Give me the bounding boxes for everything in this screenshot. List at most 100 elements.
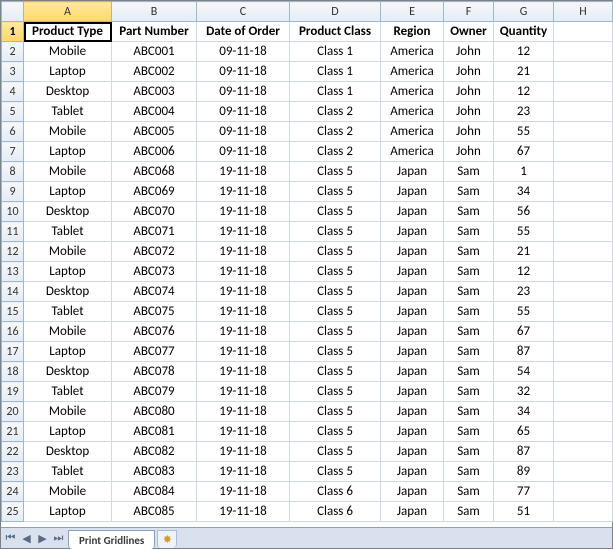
cell[interactable]: ABC078 — [112, 362, 197, 382]
cell[interactable] — [554, 362, 613, 382]
cell[interactable]: Tablet — [24, 102, 112, 122]
cell[interactable]: 56 — [494, 202, 554, 222]
cell[interactable]: Japan — [381, 262, 444, 282]
row-header[interactable]: 15 — [2, 302, 24, 322]
cell[interactable]: Sam — [444, 402, 494, 422]
cell[interactable]: 09-11-18 — [197, 82, 290, 102]
cell[interactable]: Class 5 — [290, 302, 381, 322]
row-header[interactable]: 6 — [2, 122, 24, 142]
cell[interactable]: John — [444, 62, 494, 82]
cell[interactable]: ABC082 — [112, 442, 197, 462]
cell[interactable] — [554, 422, 613, 442]
nav-first-icon[interactable]: ⏮ — [3, 530, 18, 546]
row-header[interactable]: 1 — [2, 22, 24, 42]
cell[interactable]: 09-11-18 — [197, 142, 290, 162]
row-header[interactable]: 24 — [2, 482, 24, 502]
cell[interactable]: 12 — [494, 262, 554, 282]
cell[interactable]: Class 1 — [290, 62, 381, 82]
cell[interactable]: ABC003 — [112, 82, 197, 102]
row-header[interactable]: 20 — [2, 402, 24, 422]
cell[interactable]: ABC080 — [112, 402, 197, 422]
cell[interactable]: 21 — [494, 62, 554, 82]
cell[interactable]: 21 — [494, 242, 554, 262]
cell[interactable]: Class 5 — [290, 182, 381, 202]
column-header-f[interactable]: F — [444, 2, 494, 22]
cell[interactable]: Class 5 — [290, 262, 381, 282]
cell[interactable] — [554, 62, 613, 82]
cell[interactable]: Mobile — [24, 122, 112, 142]
cell[interactable]: Japan — [381, 242, 444, 262]
cell[interactable] — [554, 502, 613, 522]
cell[interactable]: 12 — [494, 42, 554, 62]
cell[interactable]: ABC075 — [112, 302, 197, 322]
row-header[interactable]: 12 — [2, 242, 24, 262]
column-header-c[interactable]: C — [197, 2, 290, 22]
cell[interactable] — [554, 322, 613, 342]
cell[interactable] — [554, 462, 613, 482]
row-header[interactable]: 17 — [2, 342, 24, 362]
column-header-h[interactable]: H — [554, 2, 613, 22]
cell[interactable]: 12 — [494, 82, 554, 102]
cell[interactable]: Japan — [381, 502, 444, 522]
cell[interactable]: 67 — [494, 142, 554, 162]
cell[interactable]: 89 — [494, 462, 554, 482]
cell[interactable]: Desktop — [24, 362, 112, 382]
cell[interactable]: Mobile — [24, 482, 112, 502]
cell[interactable]: 23 — [494, 282, 554, 302]
cell[interactable]: Sam — [444, 362, 494, 382]
cell[interactable]: 19-11-18 — [197, 302, 290, 322]
cell[interactable]: Class 6 — [290, 502, 381, 522]
cell[interactable]: ABC079 — [112, 382, 197, 402]
row-header[interactable]: 13 — [2, 262, 24, 282]
cell[interactable] — [554, 82, 613, 102]
row-header[interactable]: 10 — [2, 202, 24, 222]
cell[interactable]: Class 5 — [290, 322, 381, 342]
cell[interactable]: America — [381, 62, 444, 82]
cell[interactable] — [554, 102, 613, 122]
cell[interactable]: 77 — [494, 482, 554, 502]
column-header-g[interactable]: G — [494, 2, 554, 22]
cell[interactable]: John — [444, 142, 494, 162]
cell[interactable]: ABC002 — [112, 62, 197, 82]
cell[interactable]: Japan — [381, 162, 444, 182]
cell[interactable]: Laptop — [24, 142, 112, 162]
worksheet-grid[interactable]: A B C D E F G H 1Product TypePart Number… — [1, 1, 612, 527]
sheet-tab[interactable]: Print Gridlines — [68, 530, 155, 549]
cell[interactable]: Class 5 — [290, 442, 381, 462]
cell[interactable]: Class 5 — [290, 362, 381, 382]
cell[interactable]: Class 5 — [290, 222, 381, 242]
cell[interactable]: Sam — [444, 182, 494, 202]
cell[interactable]: 09-11-18 — [197, 62, 290, 82]
cell[interactable]: 23 — [494, 102, 554, 122]
cell[interactable] — [554, 402, 613, 422]
cell[interactable]: Class 5 — [290, 342, 381, 362]
cell[interactable]: Sam — [444, 302, 494, 322]
row-header[interactable]: 3 — [2, 62, 24, 82]
row-header[interactable]: 22 — [2, 442, 24, 462]
cell[interactable]: John — [444, 42, 494, 62]
cell[interactable]: Japan — [381, 282, 444, 302]
cell[interactable]: Sam — [444, 482, 494, 502]
cell[interactable]: Class 1 — [290, 82, 381, 102]
cell[interactable]: Tablet — [24, 382, 112, 402]
row-header[interactable]: 21 — [2, 422, 24, 442]
cell[interactable]: 19-11-18 — [197, 222, 290, 242]
cell[interactable] — [554, 222, 613, 242]
cell[interactable]: Sam — [444, 222, 494, 242]
cell[interactable]: Class 6 — [290, 482, 381, 502]
header-cell[interactable]: Owner — [444, 22, 494, 42]
cell[interactable]: 19-11-18 — [197, 462, 290, 482]
cell[interactable]: 19-11-18 — [197, 202, 290, 222]
cell[interactable]: 19-11-18 — [197, 182, 290, 202]
cell[interactable]: Sam — [444, 422, 494, 442]
cell[interactable]: 87 — [494, 342, 554, 362]
cell[interactable]: Mobile — [24, 242, 112, 262]
cell[interactable] — [554, 202, 613, 222]
row-header[interactable]: 11 — [2, 222, 24, 242]
cell[interactable] — [554, 282, 613, 302]
cell[interactable]: 87 — [494, 442, 554, 462]
cell[interactable]: Tablet — [24, 302, 112, 322]
cell[interactable]: ABC071 — [112, 222, 197, 242]
cell[interactable]: 19-11-18 — [197, 262, 290, 282]
cell[interactable]: ABC074 — [112, 282, 197, 302]
